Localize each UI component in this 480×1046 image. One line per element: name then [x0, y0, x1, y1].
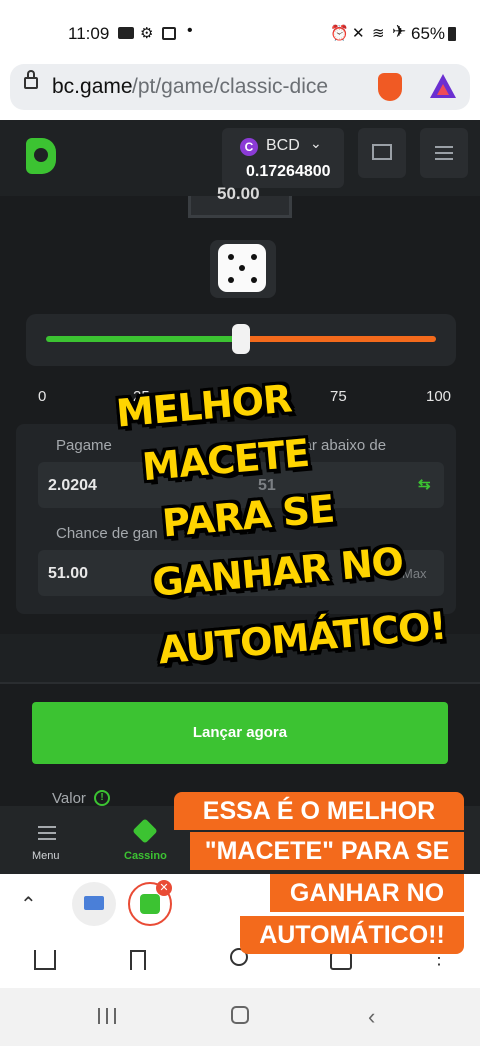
chevron-up-icon[interactable]: ⌃	[20, 892, 37, 917]
search-icon[interactable]	[230, 948, 248, 966]
gift-button[interactable]	[358, 128, 406, 178]
chevron-down-icon: ⌄	[310, 135, 322, 151]
slider-handle[interactable]	[232, 324, 250, 354]
gift-icon	[372, 144, 392, 160]
dot-icon: •	[187, 22, 193, 39]
hamburger-icon	[435, 146, 453, 148]
brave-shields-icon[interactable]	[378, 73, 402, 101]
battery-level: 65%	[411, 24, 446, 43]
menu-icon	[38, 826, 56, 828]
result-display: 50.00	[188, 184, 292, 218]
bookmark-icon[interactable]	[130, 950, 146, 970]
win-chance-input[interactable]: 51.00 +5 Max	[38, 550, 444, 596]
win-chance-value: 51.00	[48, 565, 89, 582]
url-path: /pt/game/classic-dice	[132, 75, 329, 98]
recents-icon-mid	[106, 1008, 108, 1024]
nav-menu-label: Menu	[32, 850, 60, 862]
mute-icon: ✕	[352, 25, 365, 42]
payout-input[interactable]: 2.0204 51 ⇆	[38, 462, 444, 508]
info-icon[interactable]: !	[94, 790, 110, 806]
browser-bottom-bar: ⌃ ✕ ⋮	[0, 874, 480, 988]
wallet-selector[interactable]: C BCD ⌄ 0.17264800	[222, 128, 344, 188]
swap-icon[interactable]: ⇆	[418, 475, 431, 493]
amount-label: Valor	[52, 790, 86, 807]
url-domain: bc.game	[52, 75, 133, 98]
tab-favicon-icon	[84, 896, 104, 910]
bcgame-favicon-icon	[140, 894, 160, 914]
slider-track-container	[26, 314, 456, 366]
browser-toolbar: bc.game /pt/game/classic-dice	[0, 64, 480, 120]
roll-now-button[interactable]: Lançar agora	[32, 702, 448, 764]
roll-now-label: Lançar agora	[192, 724, 288, 741]
slider-over-range	[241, 336, 436, 342]
status-bar: 11:09 ⚙ • ⏰ ✕ ≋ ✈ 65%	[0, 0, 480, 64]
system-navigation: ‹	[0, 988, 480, 1046]
win-chance-label: Chance de gan	[56, 525, 158, 542]
slider-under-range	[46, 336, 241, 342]
panel-divider	[0, 634, 480, 684]
more-icon[interactable]: ⋮	[430, 948, 448, 969]
image-icon	[162, 27, 176, 40]
wifi-icon: ≋	[372, 25, 385, 42]
reddit-icon: ⚙	[140, 25, 154, 42]
scale-75: 75	[330, 388, 347, 405]
nav-menu[interactable]: Menu	[20, 816, 76, 868]
plus-five-button[interactable]: +5	[356, 566, 371, 581]
bc-logo-hole	[34, 148, 48, 162]
payout-value: 2.0204	[48, 477, 97, 494]
battery-icon	[448, 27, 456, 41]
nav-casino[interactable]: Cassino	[118, 816, 174, 868]
roll-under-value: 51	[258, 477, 276, 494]
back-icon[interactable]: ‹	[368, 1004, 375, 1030]
site-bottom-nav: Menu Cassino	[0, 806, 480, 874]
max-button[interactable]: Max	[402, 566, 427, 581]
bcd-coin-icon: C	[240, 138, 258, 156]
balance-value: 0.17264800	[246, 163, 331, 180]
brave-rewards-inner	[437, 84, 449, 95]
payout-label: Pagame	[56, 437, 112, 454]
bet-settings-panel: Pagame çar abaixo de 2.0204 51 ⇆ Chance …	[16, 424, 456, 614]
roll-under-label: çar abaixo de	[296, 437, 387, 454]
result-value: 50.00	[217, 184, 260, 203]
scale-100: 100	[426, 388, 452, 405]
scale-25: 25	[133, 388, 150, 405]
nav-casino-label: Cassino	[124, 850, 167, 862]
currency-label: BCD	[266, 137, 300, 154]
dice-pips	[228, 254, 234, 260]
home-button-icon[interactable]	[231, 1006, 249, 1024]
home-icon[interactable]	[34, 950, 56, 970]
clock: 11:09	[68, 24, 110, 43]
alarm-icon: ⏰	[330, 25, 349, 42]
casino-icon	[132, 818, 158, 844]
video-icon	[118, 27, 134, 39]
dice-game: 50.00 0 25 75 100 Pagame çar abaixo de 2…	[0, 184, 480, 807]
address-bar[interactable]: bc.game /pt/game/classic-dice	[10, 64, 470, 110]
menu-button[interactable]	[420, 128, 468, 178]
airplane-icon: ✈	[392, 22, 407, 41]
lock-shackle	[27, 70, 35, 79]
close-tab-icon[interactable]: ✕	[156, 880, 172, 896]
dice-holder	[210, 240, 276, 298]
tabs-icon[interactable]	[330, 952, 352, 970]
dice-icon	[218, 244, 266, 292]
scale-0: 0	[38, 388, 47, 405]
